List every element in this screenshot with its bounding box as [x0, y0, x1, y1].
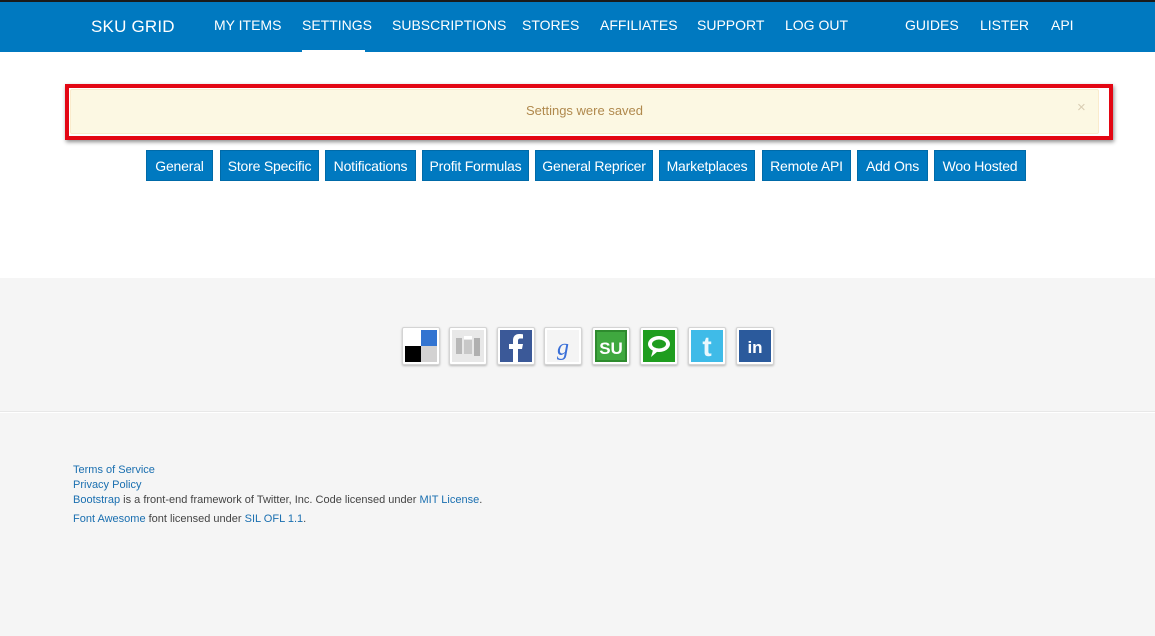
page-footer: Terms of Service Privacy Policy Bootstra…: [0, 413, 1155, 636]
settings-tabs: General Store Specific Notifications Pro…: [0, 150, 1155, 182]
social-share-bar: g SU t in: [0, 278, 1155, 412]
delicious-icon[interactable]: [402, 327, 440, 365]
mit-license-link[interactable]: MIT License: [419, 494, 479, 506]
svg-text:SU: SU: [599, 339, 623, 358]
nav-subscriptions[interactable]: SUBSCRIPTIONS: [392, 17, 506, 33]
technorati-icon[interactable]: [640, 327, 678, 365]
nav-stores[interactable]: STORES: [522, 17, 579, 33]
nav-lister[interactable]: LISTER: [980, 17, 1029, 33]
twitter-icon[interactable]: t: [688, 327, 726, 365]
nav-my-items[interactable]: MY ITEMS: [214, 17, 281, 33]
tab-profit-formulas[interactable]: Profit Formulas: [422, 150, 529, 181]
brand-logo[interactable]: SKU GRID: [91, 17, 175, 37]
tab-store-specific[interactable]: Store Specific: [220, 150, 319, 181]
google-icon[interactable]: g: [544, 327, 582, 365]
fontawesome-credit-text: font licensed under: [145, 513, 245, 525]
tab-woo-hosted[interactable]: Woo Hosted: [934, 150, 1026, 181]
active-nav-indicator: [302, 50, 365, 52]
success-alert: Settings were saved ×: [70, 89, 1099, 134]
bootstrap-credit: Bootstrap is a front-end framework of Tw…: [73, 494, 482, 506]
tab-marketplaces[interactable]: Marketplaces: [659, 150, 755, 181]
linkedin-icon[interactable]: in: [736, 327, 774, 365]
sil-ofl-link[interactable]: SIL OFL 1.1: [245, 513, 304, 525]
nav-settings[interactable]: SETTINGS: [302, 17, 372, 33]
fontawesome-credit-end: .: [303, 513, 307, 525]
close-icon[interactable]: ×: [1077, 99, 1086, 116]
privacy-policy-link[interactable]: Privacy Policy: [73, 479, 141, 491]
tab-general[interactable]: General: [146, 150, 213, 181]
alert-message: Settings were saved: [525, 103, 644, 118]
nav-api[interactable]: API: [1051, 17, 1074, 33]
font-awesome-link[interactable]: Font Awesome: [73, 513, 146, 525]
facebook-icon[interactable]: [497, 327, 535, 365]
svg-text:g: g: [557, 335, 569, 361]
nav-guides[interactable]: GUIDES: [905, 17, 959, 33]
svg-text:t: t: [702, 331, 711, 362]
tab-notifications[interactable]: Notifications: [325, 150, 416, 181]
tab-add-ons[interactable]: Add Ons: [857, 150, 928, 181]
bootstrap-link[interactable]: Bootstrap: [73, 494, 120, 506]
nav-log-out[interactable]: LOG OUT: [785, 17, 848, 33]
stumbleupon-icon[interactable]: SU: [592, 327, 630, 365]
fontawesome-credit: Font Awesome font licensed under SIL OFL…: [73, 513, 306, 525]
top-navbar: SKU GRID MY ITEMS SETTINGS SUBSCRIPTIONS…: [0, 0, 1155, 52]
bootstrap-credit-end: .: [479, 494, 483, 506]
nav-affiliates[interactable]: AFFILIATES: [600, 17, 678, 33]
digg-icon[interactable]: [449, 327, 487, 365]
tab-general-repricer[interactable]: General Repricer: [535, 150, 653, 181]
tab-remote-api[interactable]: Remote API: [762, 150, 851, 181]
nav-support[interactable]: SUPPORT: [697, 17, 764, 33]
bootstrap-credit-text: is a front-end framework of Twitter, Inc…: [120, 494, 420, 506]
svg-text:in: in: [747, 338, 762, 357]
terms-of-service-link[interactable]: Terms of Service: [73, 464, 155, 476]
